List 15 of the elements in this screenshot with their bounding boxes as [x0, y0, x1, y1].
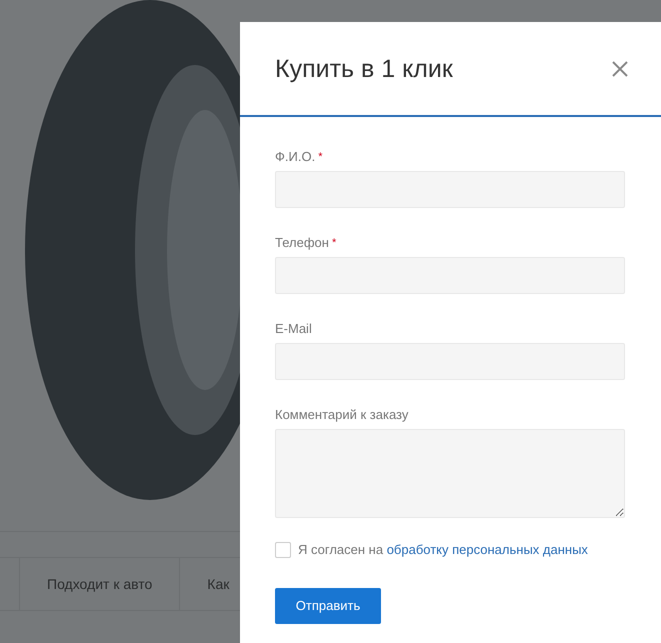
- consent-checkbox[interactable]: [275, 542, 291, 558]
- field-label: Ф.И.О.: [275, 148, 316, 166]
- modal-title: Купить в 1 клик: [275, 54, 453, 85]
- page-tab[interactable]: Подходит к авто: [20, 558, 180, 610]
- page-tab[interactable]: Как: [180, 558, 230, 610]
- required-asterisk: *: [332, 236, 336, 251]
- required-asterisk: *: [318, 150, 322, 165]
- submit-button[interactable]: Отправить: [275, 588, 381, 624]
- comment-field[interactable]: [275, 429, 625, 518]
- field-label: E-Mail: [275, 320, 312, 338]
- close-icon[interactable]: [612, 60, 628, 76]
- privacy-link[interactable]: обработку персональных данных: [386, 542, 588, 557]
- consent-text: Я согласен на: [298, 542, 384, 557]
- field-label: Телефон: [275, 234, 329, 252]
- field-label: Комментарий к заказу: [275, 406, 408, 424]
